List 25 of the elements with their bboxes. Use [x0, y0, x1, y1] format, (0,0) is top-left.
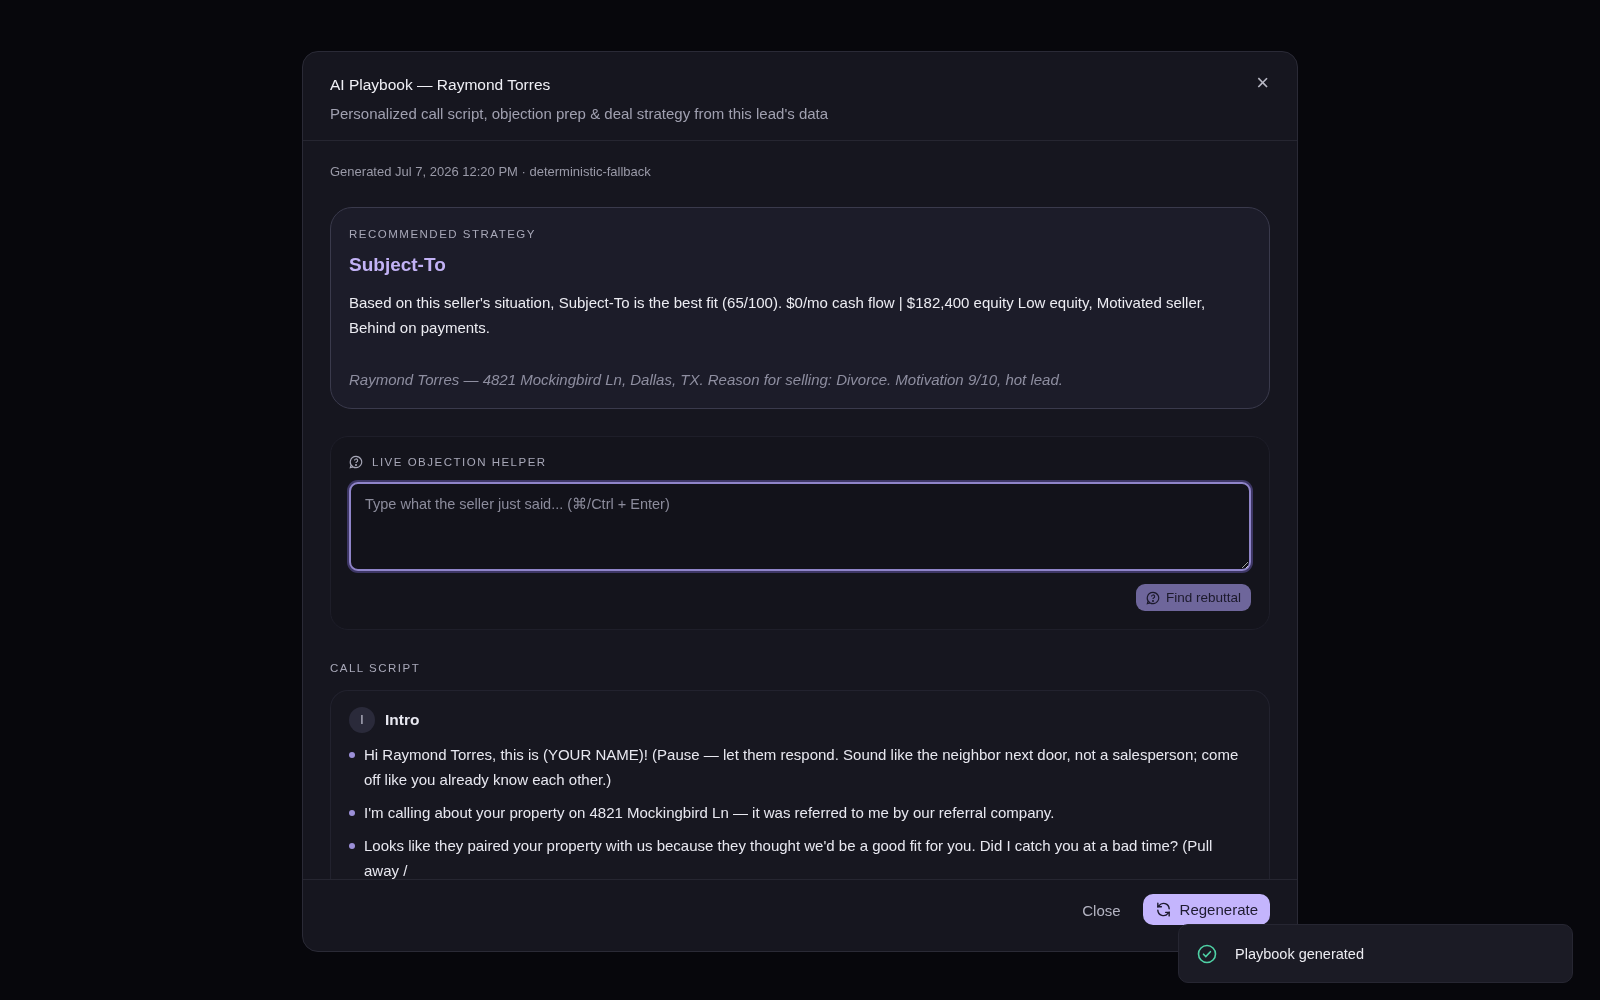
bullet-icon	[349, 843, 355, 849]
bullet-icon	[349, 810, 355, 816]
refresh-icon	[1154, 901, 1172, 918]
script-line: Looks like they paired your property with us because they thought we'd be a good fit for you. Did I catch you at a bad time? (Pull away /	[364, 836, 1214, 879]
section-label: LIVE OBJECTION HELPER	[372, 456, 547, 468]
generated-info: Generated Jul 7, 2026 12:20 PM · deterministic-fallback	[330, 164, 652, 179]
section-badge: I	[349, 707, 375, 733]
close-button[interactable]: ×	[1252, 70, 1273, 96]
lead-context: Raymond Torres — 4821 Mockingbird Ln, Dallas, TX. Reason for selling: Divorce. Motivation 9/10, hot lead.	[349, 371, 1064, 388]
question-bubble-icon	[1145, 590, 1160, 605]
section-label: CALL SCRIPT	[330, 662, 422, 674]
toast-message: Playbook generated	[1235, 945, 1364, 962]
section-label: RECOMMENDED STRATEGY	[349, 228, 537, 240]
strategy-summary: Based on this seller's situation, Subject-To is the best fit (65/100). $0/mo cash flow | $182,400 equity Low equity, Motivated seller, Behind on payments.	[349, 293, 1207, 338]
question-bubble-icon	[349, 455, 363, 469]
dialog-title: AI Playbook — Raymond Torres	[330, 76, 551, 94]
bullet-icon	[349, 752, 355, 758]
dialog-subtitle: Personalized call script, objection prep & deal strategy from this lead's data	[330, 105, 829, 122]
regenerate-button[interactable]: Regenerate	[1142, 894, 1270, 925]
script-line: Hi Raymond Torres, this is (YOUR NAME)! (Pause — let them respond. Sound like the neighbor next door, not a salesperson; come off like you already know each other.)	[364, 745, 1240, 790]
strategy-name: Subject-To	[349, 254, 447, 276]
section-title: Intro	[385, 711, 420, 729]
check-circle-icon	[1197, 943, 1217, 964]
script-line: I'm calling about your property on 4821 Mockingbird Ln — it was referred to me by our referral company.	[364, 803, 1055, 823]
close-text-button[interactable]: Close	[1070, 894, 1133, 927]
